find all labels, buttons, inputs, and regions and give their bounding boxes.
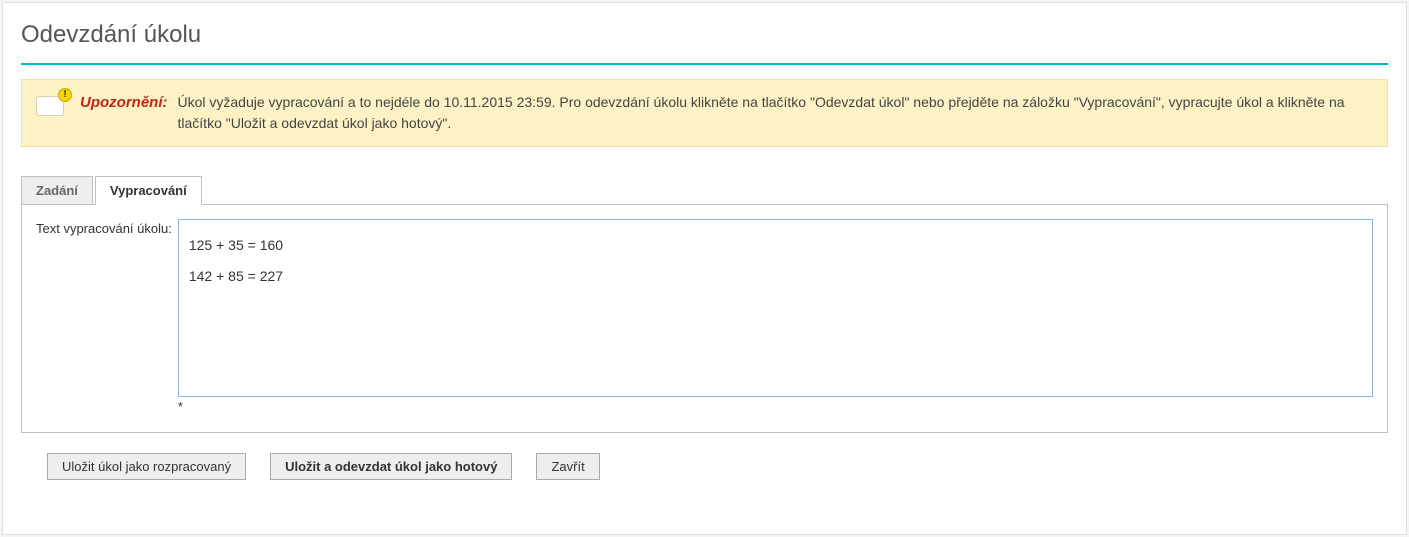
- required-mark: *: [178, 399, 1373, 414]
- warning-icon: !: [34, 90, 70, 122]
- page-container: Odevzdání úkolu ! Upozornění: Úkol vyžad…: [2, 2, 1407, 535]
- tab-panel-elaboration: Text vypracování úkolu: *: [21, 204, 1388, 433]
- textarea-wrapper: *: [178, 219, 1373, 414]
- save-submit-button[interactable]: Uložit a odevzdat úkol jako hotový: [270, 453, 512, 480]
- warning-alert: ! Upozornění: Úkol vyžaduje vypracování …: [21, 79, 1388, 147]
- tab-assignment[interactable]: Zadání: [21, 176, 93, 205]
- close-button[interactable]: Zavřít: [536, 453, 599, 480]
- warning-text: Úkol vyžaduje vypracování a to nejdéle d…: [178, 90, 1376, 134]
- tabs-container: Zadání Vypracování Text vypracování úkol…: [21, 175, 1388, 433]
- tab-elaboration[interactable]: Vypracování: [95, 176, 202, 205]
- page-title: Odevzdání úkolu: [21, 13, 1388, 65]
- form-row: Text vypracování úkolu: *: [36, 219, 1373, 414]
- elaboration-textarea[interactable]: [178, 219, 1373, 397]
- warning-label: Upozornění:: [80, 90, 168, 111]
- button-row: Uložit úkol jako rozpracovaný Uložit a o…: [21, 453, 1388, 480]
- elaboration-label: Text vypracování úkolu:: [36, 219, 172, 236]
- tab-row: Zadání Vypracování: [21, 175, 1388, 204]
- save-draft-button[interactable]: Uložit úkol jako rozpracovaný: [47, 453, 246, 480]
